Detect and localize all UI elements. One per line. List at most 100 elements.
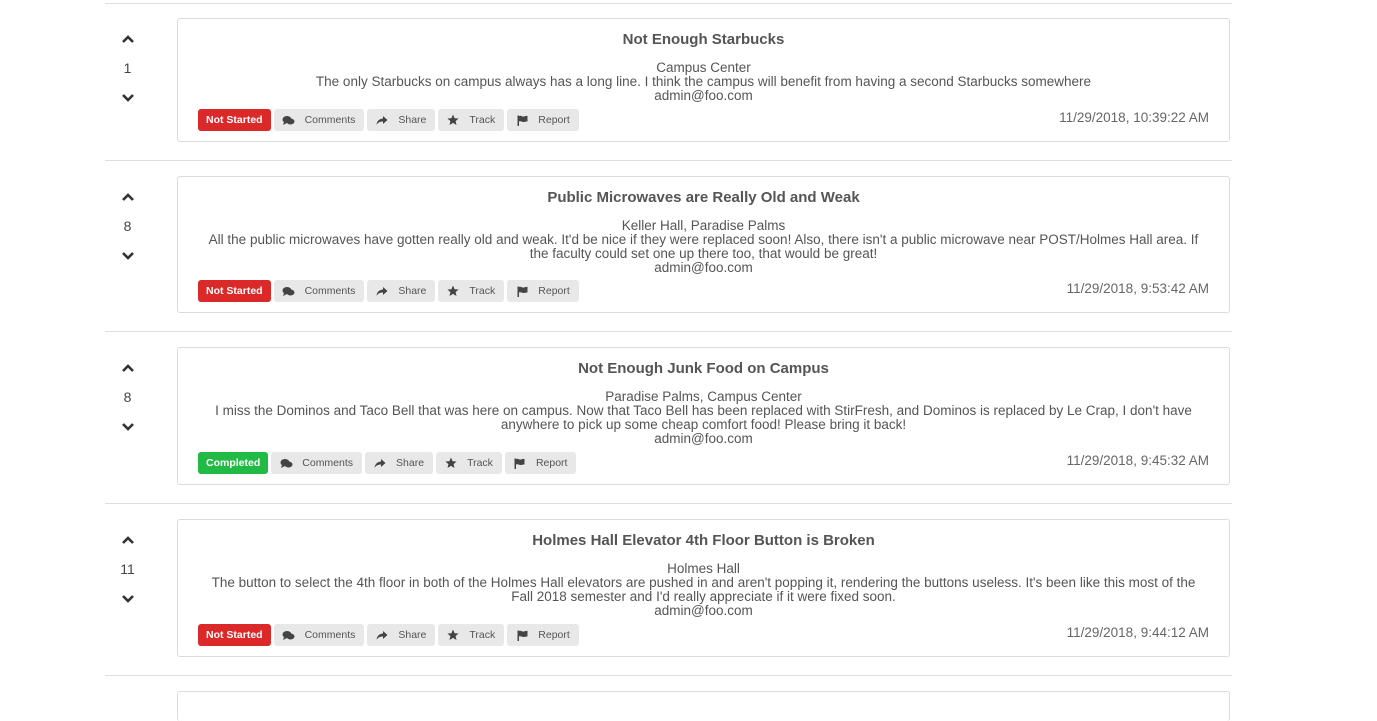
comments-label: Comments [304, 629, 356, 641]
comments-button[interactable]: Comments [273, 280, 365, 302]
report-label: Report [538, 629, 570, 641]
star-icon [444, 457, 458, 469]
status-badge[interactable]: Not Started [198, 624, 271, 646]
status-badge[interactable]: Not Started [198, 109, 271, 131]
track-button[interactable]: Track [438, 109, 505, 131]
downvote-button[interactable] [117, 247, 139, 265]
comments-label: Comments [302, 457, 354, 469]
comments-label: Comments [304, 285, 356, 297]
comments-label: Comments [304, 114, 356, 126]
post-location: Holmes Hall [667, 561, 740, 576]
report-button[interactable]: Report [507, 280, 579, 302]
track-button[interactable]: Track [436, 452, 502, 474]
report-button[interactable]: Report [504, 452, 577, 474]
report-button[interactable]: Report [507, 109, 579, 131]
report-label: Report [538, 114, 570, 126]
post-title: Not Enough Starbucks [622, 31, 785, 48]
chevron-up-icon [122, 35, 134, 43]
comments-icon [279, 457, 293, 469]
post-location: Keller Hall, Paradise Palms [621, 218, 786, 233]
upvote-button[interactable] [117, 30, 139, 48]
chevron-down-icon [122, 423, 134, 431]
star-icon [446, 114, 460, 126]
post-description: All the public microwaves have gotten re… [208, 232, 1199, 261]
post-author: admin@foo.com [654, 603, 753, 618]
suggestion-post: 8 Not Enough Junk Food on Campus Paradis… [105, 329, 1232, 501]
track-label: Track [469, 629, 496, 641]
suggestion-card: Not Enough Starbucks Campus Center The o… [177, 18, 1230, 142]
upvote-button[interactable] [117, 188, 139, 206]
post-location: Paradise Palms, Campus Center [605, 389, 802, 404]
share-label: Share [398, 629, 427, 641]
post-description: The button to select the 4th floor in bo… [211, 575, 1196, 604]
suggestion-post: 11 Holmes Hall Elevator 4th Floor Button… [105, 501, 1232, 673]
chevron-up-icon [122, 193, 134, 201]
suggestion-card: Public Microwaves are Really Old and Wea… [177, 176, 1230, 313]
upvote-button[interactable] [117, 359, 139, 377]
divider [105, 675, 1232, 676]
flag-icon [513, 457, 527, 469]
suggestion-card: Not Enough Junk Food on Campus Paradise … [177, 347, 1230, 485]
vote-count: 1 [123, 60, 132, 76]
upvote-button[interactable] [117, 531, 139, 549]
suggestion-card [177, 691, 1230, 721]
track-label: Track [469, 285, 496, 297]
post-description: I miss the Dominos and Taco Bell that wa… [215, 403, 1192, 432]
share-button[interactable]: Share [367, 624, 436, 646]
comments-icon [282, 629, 296, 641]
track-button[interactable]: Track [438, 624, 505, 646]
share-label: Share [398, 114, 427, 126]
status-badge[interactable]: Completed [198, 452, 269, 474]
share-button[interactable]: Share [365, 452, 434, 474]
share-button[interactable]: Share [367, 109, 436, 131]
report-label: Report [535, 457, 568, 469]
post-description: The only Starbucks on campus always has … [315, 74, 1092, 89]
vote-count: 11 [120, 561, 135, 577]
chevron-up-icon [122, 364, 134, 372]
vote-count: 8 [123, 389, 132, 405]
star-icon [446, 629, 460, 641]
comments-icon [282, 285, 296, 297]
comments-icon [282, 114, 296, 126]
post-title: Holmes Hall Elevator 4th Floor Button is… [532, 532, 875, 549]
post-author: admin@foo.com [654, 431, 753, 446]
share-icon [375, 629, 389, 641]
suggestion-post: 1 Not Enough Starbucks Campus Center The… [105, 0, 1232, 160]
suggestion-card: Holmes Hall Elevator 4th Floor Button is… [177, 519, 1230, 657]
report-button[interactable]: Report [507, 624, 579, 646]
downvote-button[interactable] [117, 590, 139, 608]
track-label: Track [469, 114, 496, 126]
share-icon [373, 457, 387, 469]
chevron-down-icon [122, 252, 134, 260]
downvote-button[interactable] [117, 418, 139, 436]
vote-count: 8 [123, 218, 132, 234]
post-title: Public Microwaves are Really Old and Wea… [547, 189, 860, 206]
track-label: Track [467, 457, 493, 469]
post-timestamp: 11/29/2018, 10:39:22 AM [1059, 109, 1209, 125]
share-icon [375, 285, 389, 297]
comments-button[interactable]: Comments [273, 109, 365, 131]
share-icon [375, 114, 389, 126]
report-label: Report [538, 285, 570, 297]
chevron-down-icon [122, 94, 134, 102]
post-timestamp: 11/29/2018, 9:44:12 AM [1066, 624, 1209, 640]
suggestion-post: 8 Public Microwaves are Really Old and W… [105, 158, 1232, 330]
post-location: Campus Center [656, 60, 751, 75]
post-author: admin@foo.com [654, 88, 753, 103]
downvote-button[interactable] [117, 89, 139, 107]
comments-button[interactable]: Comments [273, 624, 365, 646]
post-timestamp: 11/29/2018, 9:53:42 AM [1066, 280, 1209, 296]
star-icon [446, 285, 460, 297]
flag-icon [515, 114, 529, 126]
chevron-up-icon [122, 536, 134, 544]
share-label: Share [398, 285, 427, 297]
track-button[interactable]: Track [438, 280, 505, 302]
post-timestamp: 11/29/2018, 9:45:32 AM [1066, 452, 1209, 468]
post-author: admin@foo.com [654, 260, 753, 275]
share-label: Share [396, 457, 425, 469]
post-title: Not Enough Junk Food on Campus [578, 360, 829, 377]
share-button[interactable]: Share [367, 280, 436, 302]
status-badge[interactable]: Not Started [198, 280, 271, 302]
comments-button[interactable]: Comments [271, 452, 363, 474]
chevron-down-icon [122, 595, 134, 603]
